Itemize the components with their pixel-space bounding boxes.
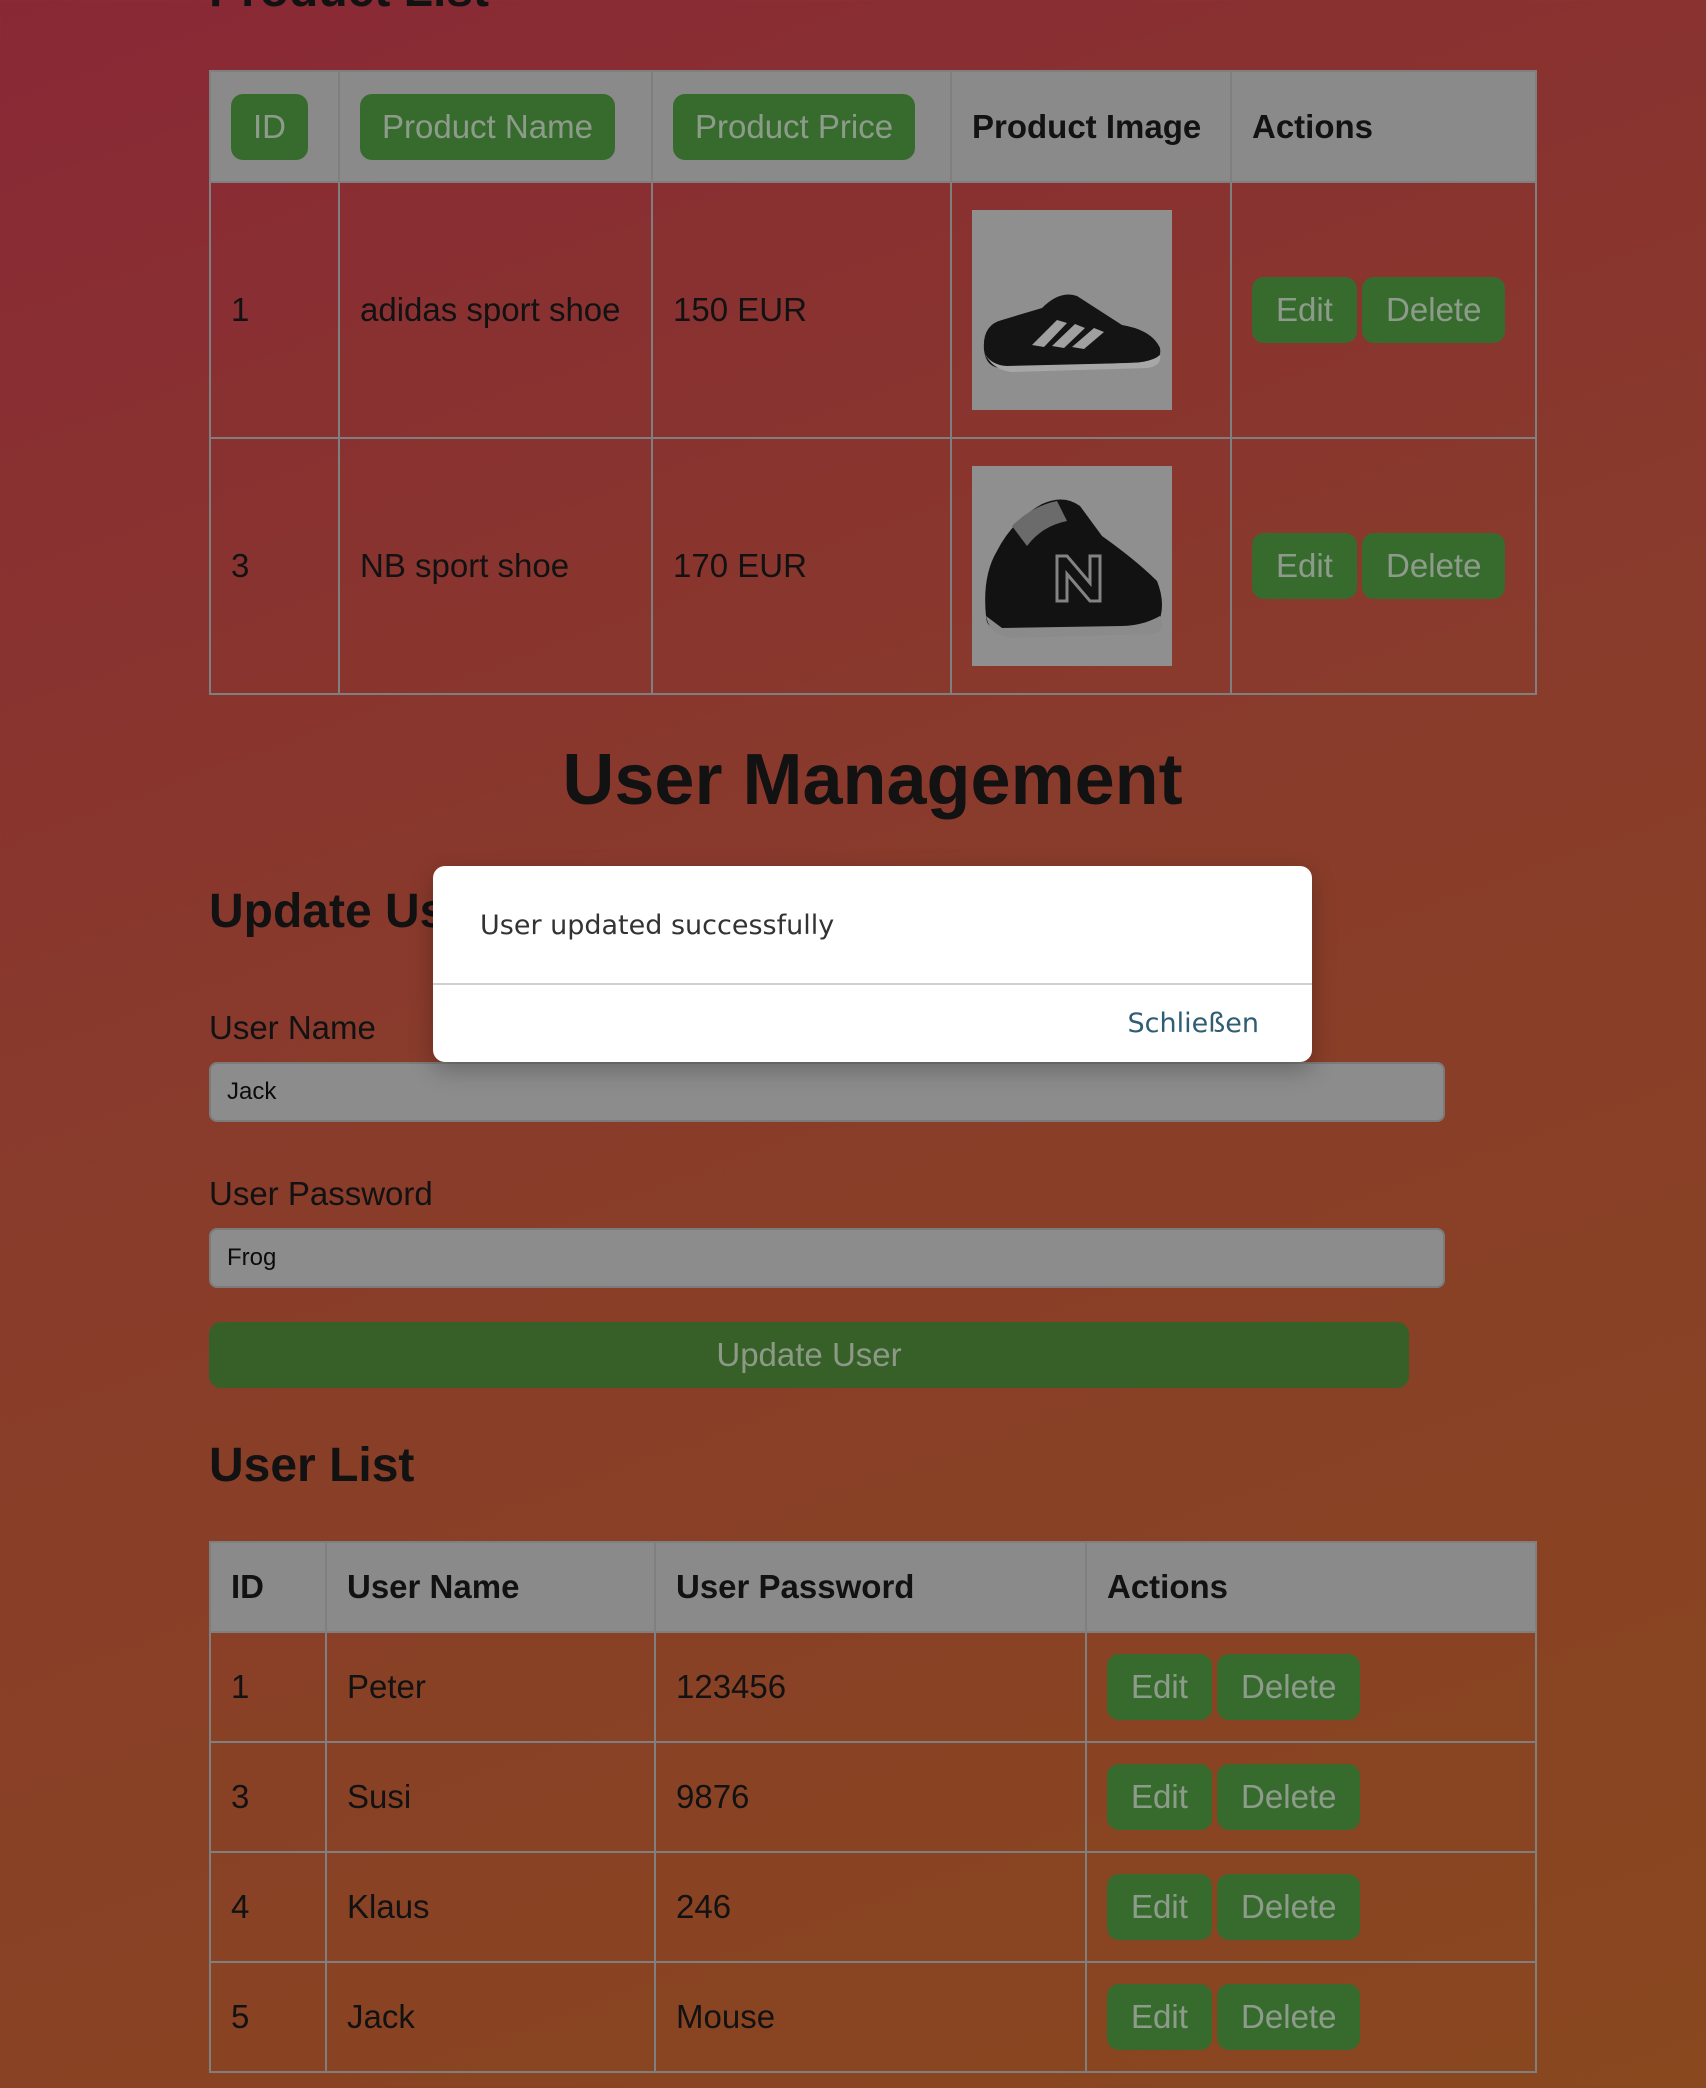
page: Product List ID Product Name Product Pri… [0, 0, 1706, 2088]
dialog-message: User updated successfully [480, 910, 835, 941]
dialog-divider [433, 983, 1312, 985]
dialog-close-button[interactable]: Schließen [1128, 1008, 1259, 1039]
alert-dialog: User updated successfully Schließen [433, 866, 1312, 1062]
